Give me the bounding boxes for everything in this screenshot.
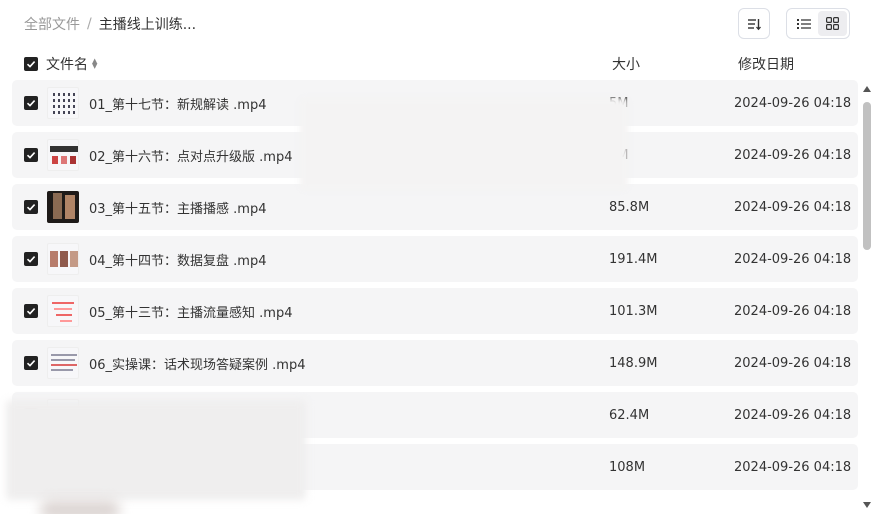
row-checkbox[interactable] [24,96,38,110]
row-checkbox[interactable] [24,252,38,266]
breadcrumb-current: 主播线上训练... [98,17,197,33]
redaction-blur [6,400,306,500]
check-icon [26,360,36,367]
file-name[interactable]: 05_第十三节：主播流量感知 .mp4 [89,302,293,321]
file-size: 108M [609,459,646,475]
file-date: 2024-09-26 04:18 [734,303,852,319]
file-row[interactable]: 05_第十三节：主播流量感知 .mp4 101.3M 2024-09-26 04:1… [12,288,858,334]
check-icon [26,61,36,68]
file-size: 101.3M [609,303,658,319]
breadcrumb: 全部文件 / 主播线上训练... [24,14,196,34]
scrollbar[interactable] [863,86,871,508]
file-row[interactable]: 03_第十五节：主播播感 .mp4 85.8M 2024-09-26 04:18 [12,184,858,230]
file-date: 2024-09-26 04:18 [734,251,852,267]
breadcrumb-separator: / [87,16,92,32]
scroll-up-arrow-icon[interactable] [863,86,871,92]
file-row[interactable]: 04_第十四节：数据复盘 .mp4 191.4M 2024-09-26 04:18 [12,236,858,282]
check-icon [26,308,36,315]
list-view-button[interactable] [789,11,818,36]
table-header: 文件名 ▲ ▼ 大小 修改日期 [24,54,844,74]
column-header-name[interactable]: 文件名 ▲ ▼ [46,54,97,74]
check-icon [26,256,36,263]
video-thumbnail[interactable] [47,191,79,223]
video-thumbnail[interactable] [47,347,79,379]
file-name[interactable]: 04_第十四节：数据复盘 .mp4 [89,250,267,269]
video-thumbnail[interactable] [47,295,79,327]
view-switch [786,8,850,39]
toolbar [738,8,850,39]
file-date: 2024-09-26 04:18 [734,355,852,371]
file-size: 85.8M [609,199,650,215]
video-thumbnail[interactable] [47,243,79,275]
breadcrumb-root[interactable]: 全部文件 [24,14,80,34]
sort-button[interactable] [738,8,770,39]
video-thumbnail[interactable] [47,87,79,119]
redaction-blur [40,500,120,514]
check-icon [26,152,36,159]
file-name[interactable]: 01_第十七节：新规解读 .mp4 [89,94,267,113]
row-checkbox[interactable] [24,200,38,214]
column-header-name-label: 文件名 [46,57,88,73]
redaction-blur [300,98,628,190]
row-checkbox[interactable] [24,148,38,162]
file-date: 2024-09-26 04:18 [734,95,852,111]
list-view-icon [796,18,811,29]
file-date: 2024-09-26 04:18 [734,459,852,475]
grid-view-icon [826,17,839,30]
file-date: 2024-09-26 04:18 [734,147,852,163]
row-checkbox[interactable] [24,304,38,318]
file-size: 62.4M [609,407,650,423]
file-date: 2024-09-26 04:18 [734,199,852,215]
file-date: 2024-09-26 04:18 [734,407,852,423]
file-name[interactable]: 06_实操课：话术现场答疑案例 .mp4 [89,354,306,373]
column-header-date[interactable]: 修改日期 [738,54,794,74]
file-name[interactable]: 02_第十六节：点对点升级版 .mp4 [89,146,293,165]
grid-view-button[interactable] [818,11,847,36]
row-checkbox[interactable] [24,356,38,370]
scroll-down-arrow-icon[interactable] [863,502,871,508]
file-row[interactable]: 06_实操课：话术现场答疑案例 .mp4 148.9M 2024-09-26 04:… [12,340,858,386]
sort-arrows-icon: ▲ ▼ [92,57,98,70]
file-name[interactable]: 03_第十五节：主播播感 .mp4 [89,198,267,217]
file-size: 191.4M [609,251,658,267]
video-thumbnail[interactable] [47,139,79,171]
column-header-size[interactable]: 大小 [612,54,640,74]
check-icon [26,204,36,211]
file-size: 148.9M [609,355,658,371]
select-all-checkbox[interactable] [24,57,38,71]
check-icon [26,100,36,107]
scroll-thumb[interactable] [863,102,871,250]
sort-list-icon [748,18,761,30]
